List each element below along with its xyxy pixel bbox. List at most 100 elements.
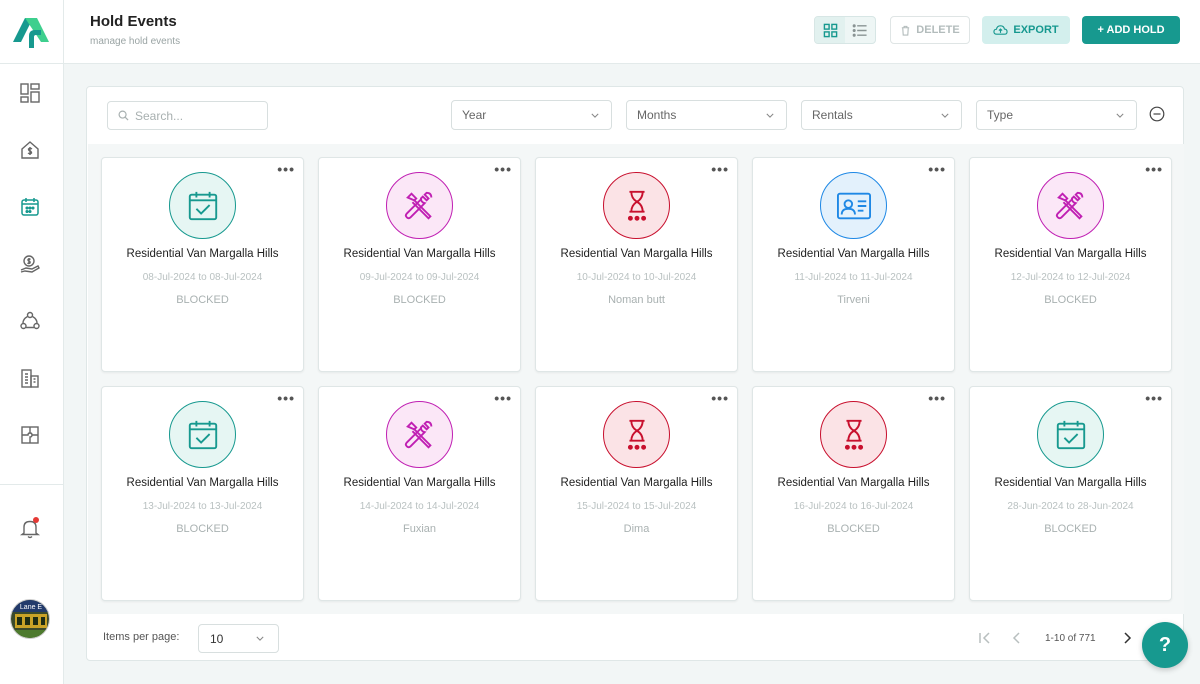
card-status: Dima <box>623 523 650 535</box>
next-page-button[interactable] <box>1118 629 1136 647</box>
hold-event-card[interactable]: ••• Residential Van Margalla Hills 16-Ju… <box>752 386 955 601</box>
puzzle-icon[interactable] <box>19 424 41 446</box>
house-dollar-icon[interactable] <box>19 139 41 161</box>
list-view-button[interactable] <box>845 17 875 43</box>
rentals-select[interactable]: Rentals <box>801 100 962 130</box>
more-options-icon[interactable]: ••• <box>928 162 946 176</box>
card-status: BLOCKED <box>176 294 229 306</box>
avatar[interactable]: Lane E <box>10 599 50 639</box>
sidebar-divider-2 <box>0 484 64 485</box>
first-page-button[interactable] <box>976 629 994 647</box>
card-dates: 09-Jul-2024 to 09-Jul-2024 <box>359 272 480 283</box>
card-title: Residential Van Margalla Hills <box>126 248 279 260</box>
grid-view-button[interactable] <box>815 17 845 43</box>
hold-events-panel: Year Months Rentals Type ••• Residential… <box>86 86 1184 661</box>
card-status: BLOCKED <box>1044 294 1097 306</box>
grid-icon <box>823 23 837 37</box>
card-dates: 15-Jul-2024 to 15-Jul-2024 <box>576 501 697 512</box>
chevron-down-icon <box>591 113 599 118</box>
id-card-icon <box>820 172 887 239</box>
hold-event-card[interactable]: ••• Residential Van Margalla Hills 10-Ju… <box>535 157 738 372</box>
year-select[interactable]: Year <box>451 100 612 130</box>
rentals-select-value: Rentals <box>812 108 853 122</box>
calendar-check-icon <box>1037 401 1104 468</box>
delete-button[interactable]: DELETE <box>890 16 970 44</box>
page-subtitle: manage hold events <box>90 36 181 47</box>
card-title: Residential Van Margalla Hills <box>994 248 1147 260</box>
more-options-icon[interactable]: ••• <box>1145 391 1163 405</box>
months-select-value: Months <box>637 108 677 122</box>
hold-event-card[interactable]: ••• Residential Van Margalla Hills 11-Ju… <box>752 157 955 372</box>
avatar-text: Lane E <box>20 604 43 611</box>
first-page-icon <box>979 632 990 644</box>
hold-event-card[interactable]: ••• Residential Van Margalla Hills 15-Ju… <box>535 386 738 601</box>
sidebar-divider <box>0 63 64 64</box>
card-title: Residential Van Margalla Hills <box>560 248 713 260</box>
items-per-page-select[interactable]: 10 <box>198 624 279 653</box>
more-options-icon[interactable]: ••• <box>494 391 512 405</box>
trash-icon <box>902 25 910 36</box>
calendar-check-icon <box>169 172 236 239</box>
search-icon <box>118 110 129 121</box>
calendar-check-icon <box>169 401 236 468</box>
type-select-value: Type <box>987 108 1014 122</box>
chevron-right-icon <box>1124 632 1132 644</box>
hold-event-card[interactable]: ••• Residential Van Margalla Hills 09-Ju… <box>318 157 521 372</box>
tools-icon <box>1037 172 1104 239</box>
money-hand-icon[interactable] <box>19 253 41 275</box>
items-per-page-label: Items per page: <box>103 631 180 643</box>
bell-icon[interactable] <box>19 517 41 539</box>
chevron-left-icon <box>1012 632 1020 644</box>
clear-filters-button[interactable] <box>1149 106 1165 122</box>
search-box[interactable] <box>107 101 268 130</box>
more-options-icon[interactable]: ••• <box>277 391 295 405</box>
buildings-icon[interactable] <box>19 367 41 389</box>
more-options-icon[interactable]: ••• <box>928 391 946 405</box>
search-input[interactable] <box>135 108 255 123</box>
more-options-icon[interactable]: ••• <box>277 162 295 176</box>
card-status: BLOCKED <box>393 294 446 306</box>
prev-page-button[interactable] <box>1008 629 1026 647</box>
help-button[interactable]: ? <box>1142 622 1188 668</box>
cycle-icon[interactable] <box>19 310 41 332</box>
minus-circle-icon <box>1149 106 1165 122</box>
card-dates: 14-Jul-2024 to 14-Jul-2024 <box>359 501 480 512</box>
card-status: BLOCKED <box>1044 523 1097 535</box>
card-status: Fuxian <box>402 523 437 535</box>
card-dates: 10-Jul-2024 to 10-Jul-2024 <box>576 272 697 283</box>
type-select[interactable]: Type <box>976 100 1137 130</box>
more-options-icon[interactable]: ••• <box>494 162 512 176</box>
card-status: BLOCKED <box>827 523 880 535</box>
hold-event-card[interactable]: ••• Residential Van Margalla Hills 13-Ju… <box>101 386 304 601</box>
card-dates: 16-Jul-2024 to 16-Jul-2024 <box>793 501 914 512</box>
chevron-down-icon <box>256 636 264 641</box>
more-options-icon[interactable]: ••• <box>711 391 729 405</box>
hold-event-card[interactable]: ••• Residential Van Margalla Hills 28-Ju… <box>969 386 1172 601</box>
list-icon <box>852 23 867 37</box>
cloud-upload-icon <box>993 25 1009 35</box>
calendar-nav-icon[interactable] <box>19 196 41 218</box>
card-title: Residential Van Margalla Hills <box>560 477 713 489</box>
card-title: Residential Van Margalla Hills <box>777 248 930 260</box>
export-button[interactable]: EXPORT <box>982 16 1070 44</box>
hold-event-card[interactable]: ••• Residential Van Margalla Hills 12-Ju… <box>969 157 1172 372</box>
card-status: Noman butt <box>608 294 665 306</box>
more-options-icon[interactable]: ••• <box>711 162 729 176</box>
add-hold-button[interactable]: + ADD HOLD <box>1082 16 1180 44</box>
export-label: EXPORT <box>1013 24 1059 36</box>
app-logo[interactable] <box>11 12 51 50</box>
hourglass-icon <box>820 401 887 468</box>
hourglass-icon <box>603 172 670 239</box>
card-dates: 28-Jun-2024 to 28-Jun-2024 <box>1007 501 1134 512</box>
chevron-down-icon <box>1116 113 1124 118</box>
card-status: Tirveni <box>837 294 870 306</box>
months-select[interactable]: Months <box>626 100 787 130</box>
page-header: Hold Events manage hold events DELETE EX… <box>64 0 1200 64</box>
page-range: 1-10 of 771 <box>1045 633 1096 644</box>
chevron-down-icon <box>941 113 949 118</box>
hold-event-card[interactable]: ••• Residential Van Margalla Hills 08-Ju… <box>101 157 304 372</box>
more-options-icon[interactable]: ••• <box>1145 162 1163 176</box>
hold-event-card[interactable]: ••• Residential Van Margalla Hills 14-Ju… <box>318 386 521 601</box>
card-title: Residential Van Margalla Hills <box>994 477 1147 489</box>
dashboard-icon[interactable] <box>19 82 41 104</box>
